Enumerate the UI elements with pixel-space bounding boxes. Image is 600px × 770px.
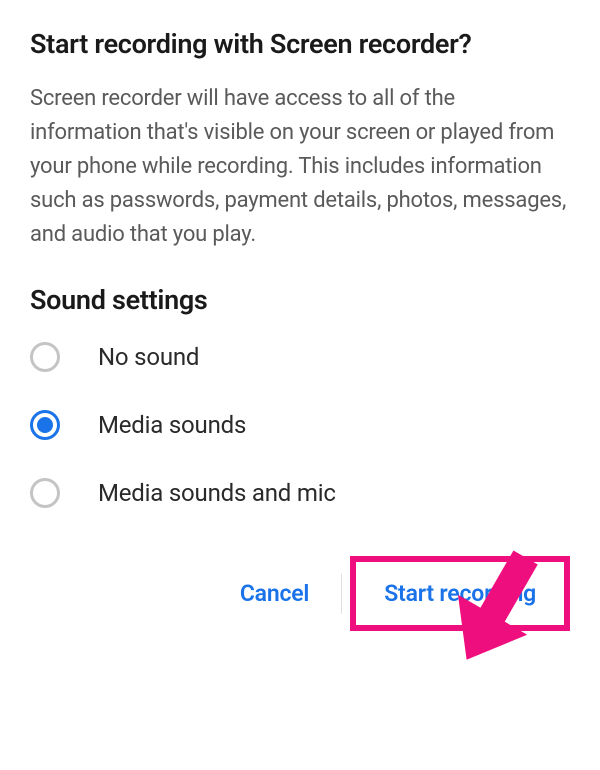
start-recording-button[interactable]: Start recording — [360, 568, 560, 619]
radio-label: Media sounds — [98, 411, 246, 439]
dialog-title: Start recording with Screen recorder? — [30, 28, 570, 60]
radio-icon — [30, 478, 60, 508]
cancel-button[interactable]: Cancel — [216, 568, 333, 619]
radio-label: Media sounds and mic — [98, 479, 336, 507]
annotation-highlight-box: Start recording — [350, 556, 570, 631]
dialog-description: Screen recorder will have access to all … — [30, 82, 570, 252]
radio-media-sounds[interactable]: Media sounds — [30, 410, 570, 440]
radio-label: No sound — [98, 343, 199, 371]
button-divider — [341, 574, 342, 614]
sound-settings-radio-group: No sound Media sounds Media sounds and m… — [30, 342, 570, 508]
radio-media-sounds-and-mic[interactable]: Media sounds and mic — [30, 478, 570, 508]
radio-icon-selected — [30, 410, 60, 440]
dialog-button-row: Cancel Start recording — [30, 556, 570, 631]
sound-settings-heading: Sound settings — [30, 284, 570, 316]
radio-icon — [30, 342, 60, 372]
radio-no-sound[interactable]: No sound — [30, 342, 570, 372]
